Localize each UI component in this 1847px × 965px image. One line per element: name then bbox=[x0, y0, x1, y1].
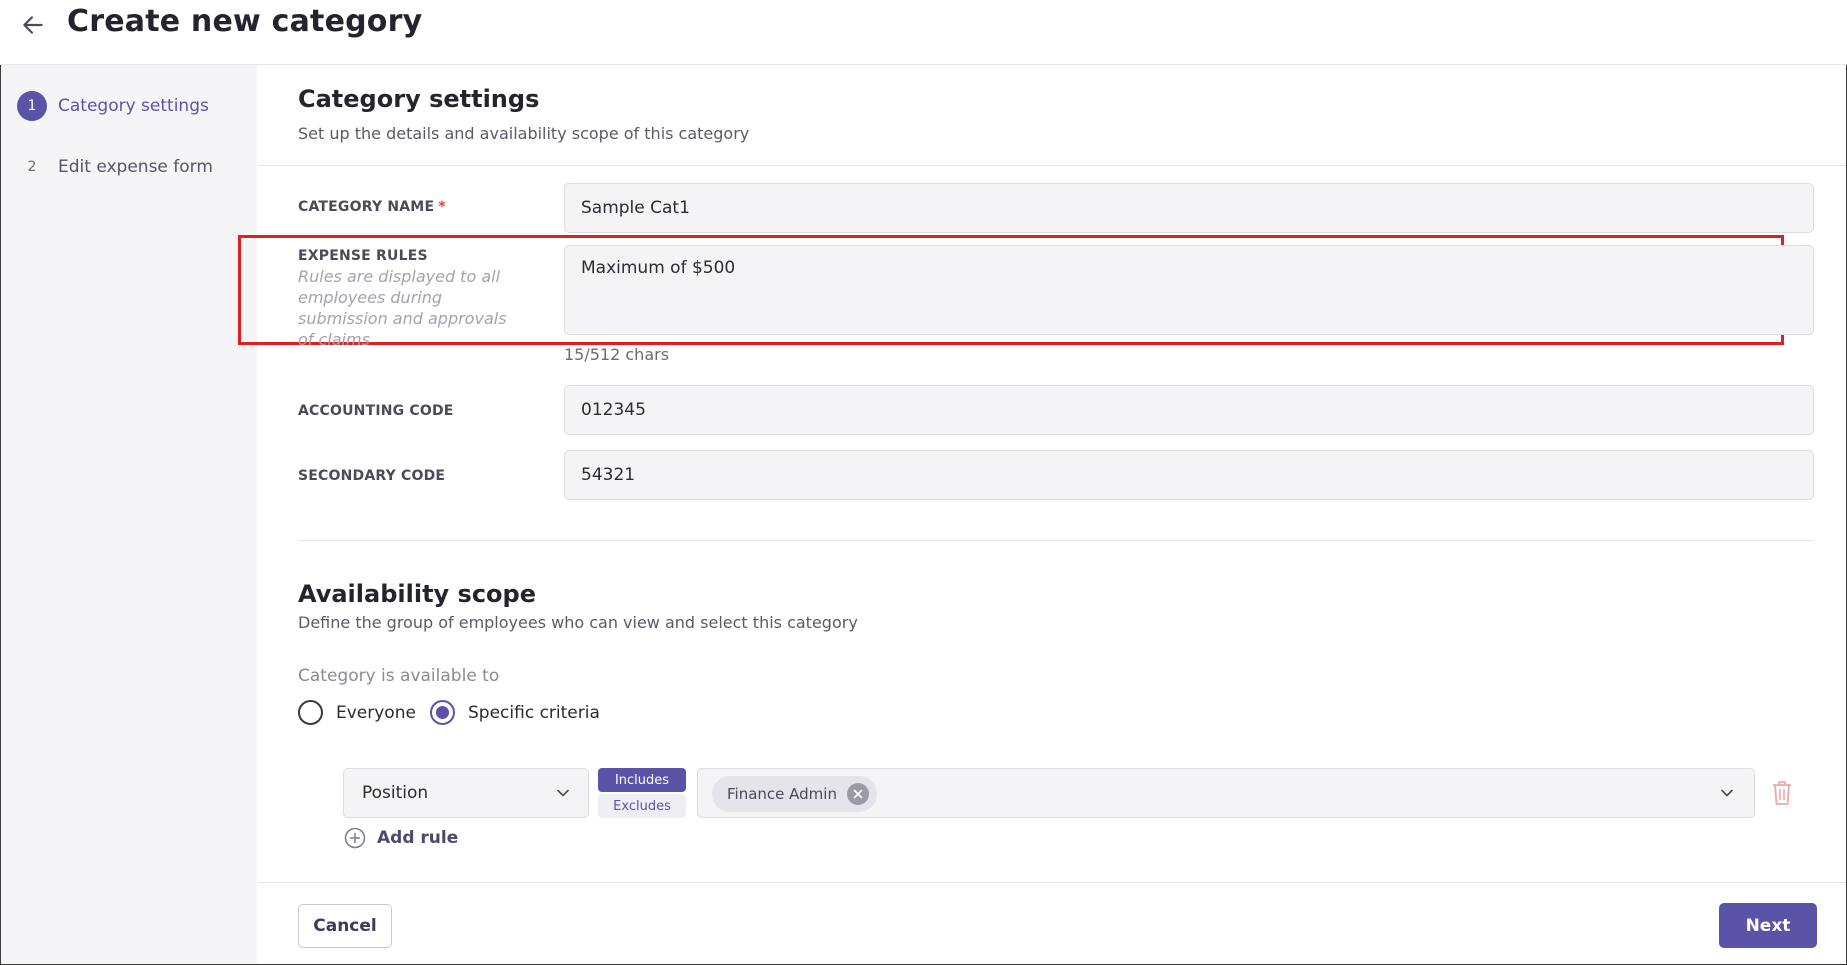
availability-scope-subtitle: Define the group of employees who can vi… bbox=[298, 613, 858, 632]
page-header: Create new category bbox=[0, 0, 1847, 65]
secondary-code-input[interactable]: 54321 bbox=[564, 450, 1814, 500]
step-number: 1 bbox=[17, 91, 47, 121]
rule-values-multiselect[interactable]: Finance Admin bbox=[697, 768, 1755, 818]
plus-circle-icon bbox=[344, 827, 366, 849]
rule-attribute-select[interactable]: Position bbox=[343, 768, 589, 818]
chip-label: Finance Admin bbox=[727, 785, 837, 803]
page-title: Create new category bbox=[67, 4, 423, 39]
radio-dot bbox=[436, 706, 449, 719]
close-icon bbox=[853, 789, 863, 799]
expense-rules-hint: Rules are displayed to all employees dur… bbox=[298, 267, 507, 349]
radio-specific-criteria[interactable]: Specific criteria bbox=[430, 700, 600, 725]
accounting-code-value: 012345 bbox=[581, 400, 646, 420]
main-content: Category settings Set up the details and… bbox=[238, 65, 1846, 964]
section-divider bbox=[258, 165, 1846, 166]
footer-divider bbox=[258, 882, 1846, 883]
add-rule-button[interactable]: Add rule bbox=[344, 827, 458, 849]
category-name-input[interactable]: Sample Cat1 bbox=[564, 183, 1814, 233]
expense-rules-value: Maximum of $500 bbox=[581, 258, 736, 278]
remove-chip-button[interactable] bbox=[846, 783, 869, 805]
add-rule-label: Add rule bbox=[377, 828, 459, 848]
radio-circle bbox=[298, 700, 323, 725]
accounting-code-input[interactable]: 012345 bbox=[564, 385, 1814, 435]
radio-label: Everyone bbox=[336, 702, 416, 723]
excludes-option[interactable]: Excludes bbox=[598, 794, 686, 818]
section-divider bbox=[298, 540, 1814, 541]
rule-attribute-value: Position bbox=[362, 783, 429, 803]
step-label: Category settings bbox=[58, 96, 209, 116]
chevron-down-icon bbox=[557, 789, 569, 797]
radio-everyone[interactable]: Everyone bbox=[298, 700, 416, 725]
chevron-down-icon bbox=[1721, 789, 1733, 797]
category-name-value: Sample Cat1 bbox=[581, 198, 690, 218]
cancel-button[interactable]: Cancel bbox=[298, 904, 392, 948]
category-name-label: CATEGORY NAME * bbox=[298, 199, 446, 215]
radio-label: Specific criteria bbox=[468, 702, 600, 723]
expense-rules-textarea[interactable]: Maximum of $500 bbox=[564, 245, 1814, 335]
accounting-code-label: ACCOUNTING CODE bbox=[298, 403, 454, 419]
char-count: 15/512 chars bbox=[564, 345, 670, 364]
required-mark: * bbox=[438, 199, 446, 215]
radio-circle-selected bbox=[430, 700, 455, 725]
step-label: Edit expense form bbox=[58, 157, 213, 177]
step-category-settings[interactable]: 1 Category settings bbox=[17, 91, 209, 121]
value-chip: Finance Admin bbox=[712, 776, 877, 812]
steps-sidebar: 1 Category settings 2 Edit expense form bbox=[1, 65, 257, 964]
category-settings-subtitle: Set up the details and availability scop… bbox=[298, 124, 750, 143]
arrow-left-icon[interactable] bbox=[20, 12, 46, 38]
step-number: 2 bbox=[27, 159, 37, 175]
available-to-label: Category is available to bbox=[298, 666, 500, 686]
include-exclude-toggle: Includes Excludes bbox=[598, 768, 686, 818]
secondary-code-value: 54321 bbox=[581, 465, 636, 485]
availability-scope-title: Availability scope bbox=[298, 580, 536, 608]
secondary-code-label: SECONDARY CODE bbox=[298, 468, 446, 484]
next-button[interactable]: Next bbox=[1719, 903, 1817, 948]
includes-option[interactable]: Includes bbox=[598, 768, 686, 792]
step-edit-expense-form[interactable]: 2 Edit expense form bbox=[17, 152, 213, 182]
category-settings-title: Category settings bbox=[298, 85, 540, 113]
trash-icon[interactable] bbox=[1770, 779, 1794, 807]
expense-rules-label: EXPENSE RULES bbox=[298, 248, 428, 264]
